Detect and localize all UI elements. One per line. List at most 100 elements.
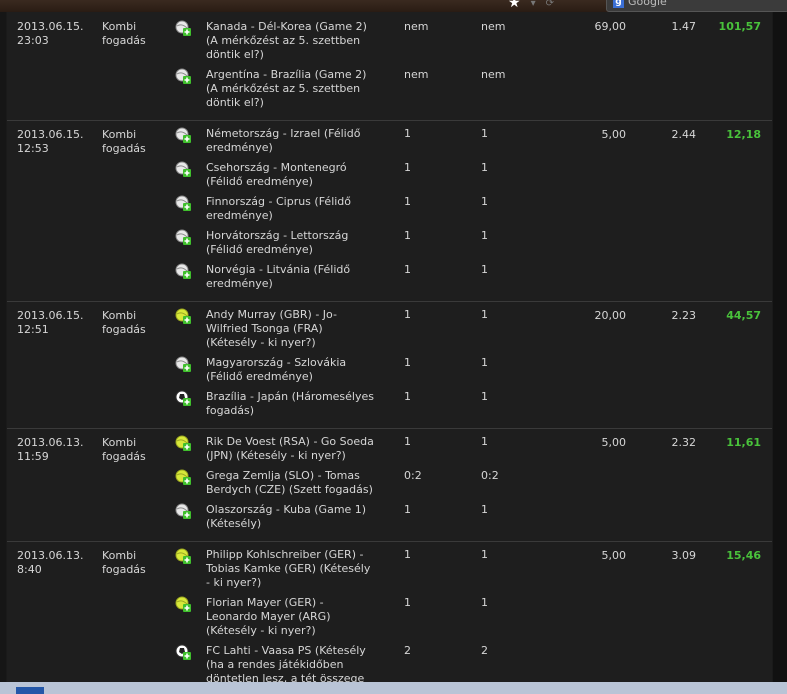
selection-item: Argentína - Brazília (Game 2) (A mérkőzé… bbox=[7, 68, 772, 110]
handball-icon[interactable] bbox=[175, 127, 191, 143]
tip-value: 1 bbox=[404, 548, 411, 561]
volleyball-icon[interactable] bbox=[175, 20, 191, 36]
search-placeholder: Google bbox=[628, 0, 667, 8]
tip-value: 1 bbox=[404, 596, 411, 609]
selection-item: Philipp Kohlschreiber (GER) - Tobias Kam… bbox=[7, 548, 772, 590]
tip-value: 1 bbox=[404, 161, 411, 174]
tennis-icon[interactable] bbox=[175, 469, 191, 485]
event-name: Argentína - Brazília (Game 2) (A mérkőzé… bbox=[206, 68, 367, 109]
event-name: Kanada - Dél-Korea (Game 2) (A mérkőzést… bbox=[206, 20, 367, 61]
tip-value: 1 bbox=[404, 435, 411, 448]
tip-value: nem bbox=[404, 68, 429, 81]
tennis-icon[interactable] bbox=[175, 596, 191, 612]
selection-item: FC Lahti - Vaasa PS (Kétesély (ha a rend… bbox=[7, 644, 772, 682]
bookmark-star-icon[interactable]: ★ bbox=[508, 0, 521, 11]
handball-icon[interactable] bbox=[175, 195, 191, 211]
tip-value: 1 bbox=[404, 229, 411, 242]
tennis-icon[interactable] bbox=[175, 435, 191, 451]
tip-value: 0:2 bbox=[404, 469, 422, 482]
event-name: Norvégia - Litvánia (Félidő eredménye) bbox=[206, 263, 351, 290]
event-name: Magyarország - Szlovákia (Félidő eredmén… bbox=[206, 356, 347, 383]
taskbar-app-icon[interactable] bbox=[16, 687, 44, 694]
tennis-icon[interactable] bbox=[175, 548, 191, 564]
selection-list: Philipp Kohlschreiber (GER) - Tobias Kam… bbox=[7, 542, 772, 682]
event-name: Grega Zemlja (SLO) - Tomas Berdych (CZE)… bbox=[206, 469, 373, 496]
selection-item: Andy Murray (GBR) - Jo-Wilfried Tsonga (… bbox=[7, 308, 772, 350]
selection-list: Andy Murray (GBR) - Jo-Wilfried Tsonga (… bbox=[7, 302, 772, 428]
event-name: Philipp Kohlschreiber (GER) - Tobias Kam… bbox=[206, 548, 371, 589]
result-value: 1 bbox=[481, 503, 488, 516]
selection-item: Horvátország - Lettország (Félidő eredmé… bbox=[7, 229, 772, 257]
tip-value: 1 bbox=[404, 127, 411, 140]
result-value: 2 bbox=[481, 644, 488, 657]
event-name: Olaszország - Kuba (Game 1) (Kétesély) bbox=[206, 503, 367, 530]
tennis-icon[interactable] bbox=[175, 308, 191, 324]
reload-icon[interactable]: ⟳ bbox=[546, 0, 554, 9]
bet-row[interactable]: 2013.06.13. 8:40 Kombi fogadás 5,00 3.09 1… bbox=[7, 542, 772, 682]
search-box[interactable]: g Google bbox=[606, 0, 787, 12]
result-value: 1 bbox=[481, 435, 488, 448]
tip-value: 1 bbox=[404, 356, 411, 369]
result-value: 1 bbox=[481, 127, 488, 140]
result-value: 1 bbox=[481, 356, 488, 369]
page-scrollbar[interactable] bbox=[773, 12, 787, 682]
tip-value: 1 bbox=[404, 390, 411, 403]
selection-item: Finnország - Ciprus (Félidő eredménye) 1… bbox=[7, 195, 772, 223]
soccer-icon[interactable] bbox=[175, 644, 191, 660]
selection-item: Grega Zemlja (SLO) - Tomas Berdych (CZE)… bbox=[7, 469, 772, 497]
selection-item: Magyarország - Szlovákia (Félidő eredmén… bbox=[7, 356, 772, 384]
result-value: 1 bbox=[481, 548, 488, 561]
handball-icon[interactable] bbox=[175, 356, 191, 372]
selection-list: Kanada - Dél-Korea (Game 2) (A mérkőzést… bbox=[7, 20, 772, 120]
event-name: Rik De Voest (RSA) - Go Soeda (JPN) (Két… bbox=[206, 435, 374, 462]
event-name: Horvátország - Lettország (Félidő eredmé… bbox=[206, 229, 349, 256]
tip-value: 1 bbox=[404, 308, 411, 321]
selection-item: Florian Mayer (GER) - Leonardo Mayer (AR… bbox=[7, 596, 772, 638]
bet-row[interactable]: 2013.06.13. 11:59 Kombi fogadás 5,00 2.32 … bbox=[7, 429, 772, 542]
taskbar bbox=[0, 682, 787, 694]
result-value: 1 bbox=[481, 161, 488, 174]
selection-list: Németország - Izrael (Félidő eredménye) … bbox=[7, 121, 772, 301]
result-value: 1 bbox=[481, 308, 488, 321]
left-edge bbox=[0, 12, 6, 682]
result-value: 0:2 bbox=[481, 469, 499, 482]
handball-icon[interactable] bbox=[175, 229, 191, 245]
google-icon: g bbox=[613, 0, 624, 8]
event-name: Finnország - Ciprus (Félidő eredménye) bbox=[206, 195, 352, 222]
result-value: 1 bbox=[481, 229, 488, 242]
browser-toolbar: ★ ▾ ⟳ g Google bbox=[0, 0, 787, 12]
event-name: Németország - Izrael (Félidő eredménye) bbox=[206, 127, 361, 154]
bet-row[interactable]: 2013.06.15. 23:03 Kombi fogadás 69,00 1.47… bbox=[7, 12, 772, 121]
volleyball-icon[interactable] bbox=[175, 68, 191, 84]
tip-value: 1 bbox=[404, 195, 411, 208]
result-value: nem bbox=[481, 68, 506, 81]
bet-history-table: 2013.06.15. 23:03 Kombi fogadás 69,00 1.47… bbox=[7, 12, 772, 682]
selection-item: Brazília - Japán (Háromesélyes fogadás) … bbox=[7, 390, 772, 418]
result-value: 1 bbox=[481, 596, 488, 609]
bet-row[interactable]: 2013.06.15. 12:53 Kombi fogadás 5,00 2.44 … bbox=[7, 121, 772, 302]
toolbar-icons: ★ ▾ ⟳ bbox=[508, 0, 554, 11]
tip-value: 1 bbox=[404, 263, 411, 276]
bet-row[interactable]: 2013.06.15. 12:51 Kombi fogadás 20,00 2.23… bbox=[7, 302, 772, 429]
volleyball-icon[interactable] bbox=[175, 503, 191, 519]
dropdown-arrow-icon[interactable]: ▾ bbox=[531, 0, 536, 9]
selection-item: Rik De Voest (RSA) - Go Soeda (JPN) (Két… bbox=[7, 435, 772, 463]
handball-icon[interactable] bbox=[175, 161, 191, 177]
selection-item: Olaszország - Kuba (Game 1) (Kétesély) 1… bbox=[7, 503, 772, 531]
selection-item: Németország - Izrael (Félidő eredménye) … bbox=[7, 127, 772, 155]
event-name: Florian Mayer (GER) - Leonardo Mayer (AR… bbox=[206, 596, 331, 637]
selection-item: Csehország - Montenegró (Félidő eredmény… bbox=[7, 161, 772, 189]
event-name: Csehország - Montenegró (Félidő eredmény… bbox=[206, 161, 347, 188]
result-value: 1 bbox=[481, 195, 488, 208]
tip-value: nem bbox=[404, 20, 429, 33]
selection-item: Kanada - Dél-Korea (Game 2) (A mérkőzést… bbox=[7, 20, 772, 62]
tip-value: 2 bbox=[404, 644, 411, 657]
selection-item: Norvégia - Litvánia (Félidő eredménye) 1… bbox=[7, 263, 772, 291]
event-name: Andy Murray (GBR) - Jo-Wilfried Tsonga (… bbox=[206, 308, 337, 349]
result-value: 1 bbox=[481, 390, 488, 403]
handball-icon[interactable] bbox=[175, 263, 191, 279]
result-value: 1 bbox=[481, 263, 488, 276]
event-name: FC Lahti - Vaasa PS (Kétesély (ha a rend… bbox=[206, 644, 366, 682]
selection-list: Rik De Voest (RSA) - Go Soeda (JPN) (Két… bbox=[7, 429, 772, 541]
soccer-icon[interactable] bbox=[175, 390, 191, 406]
